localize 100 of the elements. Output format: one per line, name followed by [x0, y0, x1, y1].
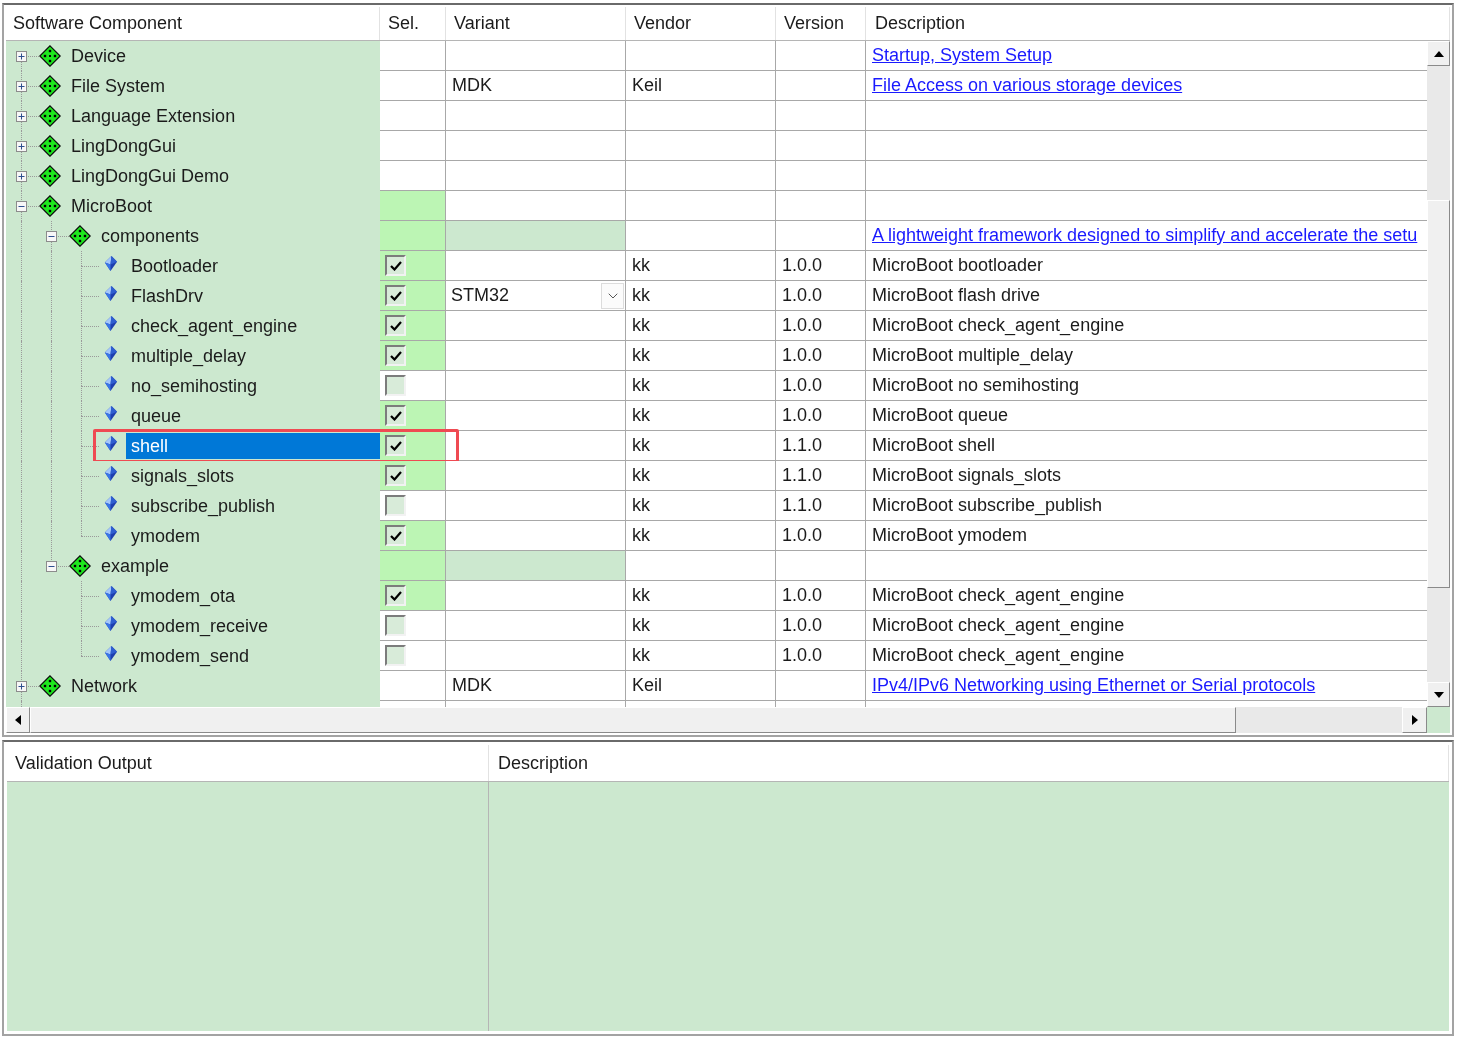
column-header[interactable]: Software Component — [6, 7, 380, 40]
column-header[interactable]: Validation Output — [7, 745, 489, 781]
version-number: 1.0.0 — [781, 344, 823, 367]
plus-box-icon[interactable] — [16, 81, 27, 92]
gem-icon — [102, 375, 118, 392]
gem-icon — [102, 435, 118, 452]
column-header[interactable]: Description — [489, 745, 1449, 781]
column-header[interactable]: Vendor — [626, 7, 776, 40]
description-link[interactable]: IPv4/IPv6 Networking using Ethernet or Serial protocols — [872, 672, 1316, 699]
diamond-dots-icon — [39, 75, 61, 97]
arrow-right-icon — [1411, 715, 1418, 725]
vendor-name: kk — [631, 584, 650, 607]
checkbox[interactable] — [385, 435, 406, 456]
checkbox[interactable] — [385, 375, 406, 396]
checkbox[interactable] — [385, 315, 406, 336]
version-number: 1.0.0 — [781, 524, 823, 547]
diamond-dots-icon — [69, 225, 91, 247]
scrollbar-thumb[interactable] — [1427, 200, 1450, 588]
description-text: MicroBoot flash drive — [872, 284, 1041, 307]
description-link[interactable]: File Access on various storage devices — [872, 72, 1183, 99]
arrow-down-icon — [1433, 691, 1444, 698]
diamond-dots-icon — [39, 135, 61, 157]
plus-box-icon[interactable] — [16, 171, 27, 182]
plus-box-icon[interactable] — [16, 141, 27, 152]
version-number: 1.1.0 — [781, 464, 823, 487]
column-header[interactable]: Version — [776, 7, 866, 40]
column-header[interactable]: Description — [866, 7, 1450, 40]
column-header[interactable]: Sel. — [380, 7, 446, 40]
version-number: 1.0.0 — [781, 254, 823, 277]
diamond-dots-icon — [39, 675, 61, 697]
scrollbar-thumb[interactable] — [30, 707, 1236, 733]
description-text: MicroBoot shell — [872, 434, 996, 457]
checkmark-icon — [389, 590, 402, 601]
gem-icon — [102, 345, 118, 362]
checkmark-icon — [389, 440, 402, 451]
checkmark-icon — [389, 320, 402, 331]
checkmark-icon — [389, 290, 402, 301]
tree-item[interactable]: shell — [126, 433, 380, 459]
version-number: 1.1.0 — [781, 494, 823, 517]
version-number: 1.0.0 — [781, 374, 823, 397]
checkbox[interactable] — [385, 645, 406, 666]
checkbox[interactable] — [385, 525, 406, 546]
checkbox[interactable] — [385, 495, 406, 516]
variant-name: MDK — [451, 74, 492, 97]
description-text: MicroBoot bootloader — [872, 254, 1044, 277]
vendor-name: kk — [631, 374, 650, 397]
vendor-name: kk — [631, 494, 650, 517]
gem-icon — [102, 255, 118, 272]
vendor-name: kk — [631, 284, 650, 307]
vendor-name: Keil — [631, 674, 662, 697]
vendor-name: Keil — [631, 74, 662, 97]
diamond-dots-icon — [69, 555, 91, 577]
checkbox[interactable] — [385, 285, 406, 306]
minus-box-icon[interactable] — [16, 201, 27, 212]
checkbox[interactable] — [385, 255, 406, 276]
description-link[interactable]: Startup, System Setup — [872, 42, 1053, 69]
vendor-name: kk — [631, 344, 650, 367]
description-text: MicroBoot no semihosting — [872, 374, 1080, 397]
version-number: 1.0.0 — [781, 404, 823, 427]
checkbox[interactable] — [385, 585, 406, 606]
description-text: MicroBoot check_agent_engine — [872, 584, 1125, 608]
checkbox[interactable] — [385, 405, 406, 426]
plus-box-icon[interactable] — [16, 111, 27, 122]
scroll-up-button[interactable] — [1427, 41, 1450, 66]
diamond-dots-icon — [39, 195, 61, 217]
version-number: 1.0.0 — [781, 644, 823, 667]
gem-icon — [102, 615, 118, 632]
plus-box-icon[interactable] — [16, 681, 27, 692]
vendor-name: kk — [631, 644, 650, 667]
version-number: 1.0.0 — [781, 284, 823, 307]
arrow-up-icon — [1433, 50, 1444, 57]
vendor-name: kk — [631, 314, 650, 337]
version-number: 1.0.0 — [781, 314, 823, 337]
column-header[interactable]: Variant — [446, 7, 626, 40]
checkbox[interactable] — [385, 465, 406, 486]
checkbox[interactable] — [385, 345, 406, 366]
vendor-name: kk — [631, 524, 650, 547]
checkbox[interactable] — [385, 615, 406, 636]
checkmark-icon — [389, 260, 402, 271]
minus-box-icon[interactable] — [46, 561, 57, 572]
vendor-name: kk — [631, 464, 650, 487]
description-text: MicroBoot ymodem — [872, 524, 1028, 547]
plus-box-icon[interactable] — [16, 51, 27, 62]
gem-icon — [102, 495, 118, 512]
arrow-left-icon — [15, 715, 21, 725]
minus-box-icon[interactable] — [46, 231, 57, 242]
checkmark-icon — [389, 470, 402, 481]
scrollbar-corner — [1427, 707, 1450, 733]
description-text: MicroBoot multiple_delay — [872, 344, 1074, 368]
scroll-right-button[interactable] — [1402, 707, 1427, 733]
scroll-down-button[interactable] — [1427, 682, 1450, 707]
diamond-dots-icon — [39, 105, 61, 127]
checkmark-icon — [389, 530, 402, 541]
gem-icon — [102, 465, 118, 482]
vendor-name: kk — [631, 404, 650, 427]
version-number: 1.1.0 — [781, 434, 823, 457]
scroll-left-button[interactable] — [6, 707, 30, 733]
gem-icon — [102, 585, 118, 602]
description-link[interactable]: A lightweight framework designed to simplify and accelerate the setu — [872, 222, 1418, 249]
gem-icon — [102, 285, 118, 302]
